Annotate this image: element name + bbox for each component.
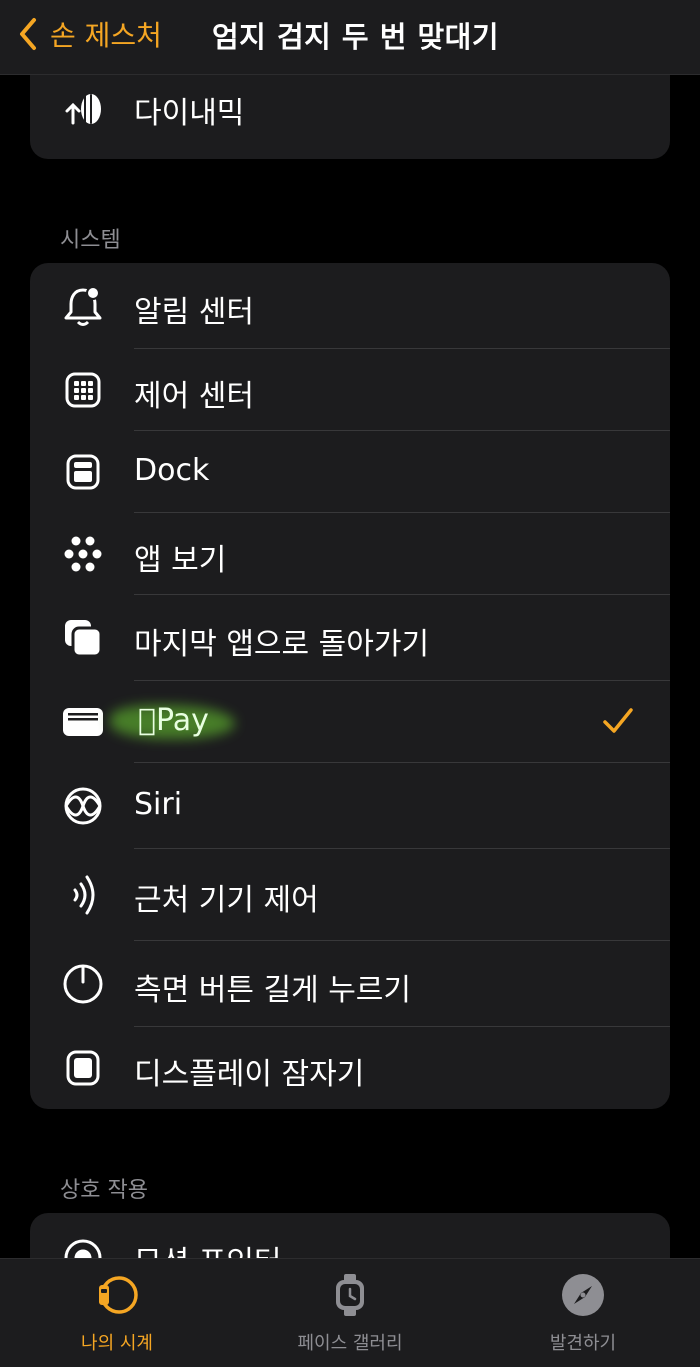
bell-icon	[56, 279, 110, 333]
option-label: 마지막 앱으로 돌아가기	[134, 627, 430, 662]
page-title: 엄지 검지 두 번 맞대기	[212, 20, 500, 54]
option-label: 제어 센터	[134, 379, 254, 414]
option-label: 디스플레이 잠자기	[134, 1057, 365, 1092]
dynamic-icon	[56, 82, 110, 136]
tab-label: 나의 시계	[81, 1333, 153, 1354]
wallet-icon	[56, 695, 110, 749]
control-center-icon	[56, 363, 110, 417]
option-siri[interactable]: Siri	[30, 763, 670, 849]
apple-logo-icon: 	[138, 703, 156, 738]
option-nearby-control[interactable]: 근처 기기 제어	[30, 849, 670, 941]
section-header-system: 시스템	[60, 228, 121, 253]
option-label: 근처 기기 제어	[134, 883, 319, 918]
option-side-button[interactable]: 측면 버튼 길게 누르기	[30, 941, 670, 1027]
option-app-view[interactable]: 앱 보기	[30, 513, 670, 595]
tab-face-gallery[interactable]: 페이스 갤러리	[250, 1271, 450, 1355]
interaction-card: 모션 포인터	[30, 1213, 670, 1258]
option-motion-pointer[interactable]: 모션 포인터	[30, 1213, 670, 1258]
option-apple-pay[interactable]: Pay	[30, 681, 670, 763]
option-label: 앱 보기	[134, 543, 227, 578]
option-last-app[interactable]: 마지막 앱으로 돌아가기	[30, 595, 670, 681]
option-dynamic[interactable]: 다이내믹	[30, 74, 670, 144]
option-label: 알림 센터	[134, 295, 254, 330]
option-label: 다이내믹	[134, 96, 245, 131]
nearby-icon	[56, 868, 110, 922]
back-button-label: 손 제스처	[50, 19, 162, 52]
siri-icon	[56, 779, 110, 833]
option-label: Dock	[134, 453, 210, 488]
tab-label: 페이스 갤러리	[297, 1333, 403, 1354]
motion-pointer-icon	[56, 1231, 110, 1258]
option-display-sleep[interactable]: 디스플레이 잠자기	[30, 1027, 670, 1109]
app-grid-icon	[56, 527, 110, 581]
checkmark-icon	[603, 708, 633, 733]
option-notification-center[interactable]: 알림 센터	[30, 263, 670, 349]
option-label: 모션 포인터	[134, 1237, 282, 1258]
tab-discover[interactable]: 발견하기	[483, 1271, 683, 1355]
watch-icon	[99, 1276, 138, 1314]
section-header-interaction: 상호 작용	[60, 1178, 148, 1203]
settings-scroll[interactable]: 다이내믹 시스템 알림 센터 제어 센터 Dock 앱 보기 마지막 앱으로 돌…	[0, 0, 700, 1258]
watch-face-icon	[336, 1274, 364, 1316]
option-label: 측면 버튼 길게 누르기	[134, 973, 412, 1008]
navigation-bar: 손 제스처 엄지 검지 두 번 맞대기	[0, 0, 700, 75]
option-label: Pay	[138, 703, 209, 738]
option-label: Siri	[134, 787, 183, 822]
compass-icon	[562, 1274, 604, 1316]
power-icon	[56, 957, 110, 1011]
tab-bar: 나의 시계 페이스 갤러리 발견하기	[0, 1258, 700, 1367]
display-icon	[56, 1041, 110, 1095]
option-dock[interactable]: Dock	[30, 431, 670, 513]
tab-label: 발견하기	[549, 1333, 617, 1354]
last-app-icon	[56, 611, 110, 665]
back-button[interactable]: 손 제스처	[14, 12, 162, 56]
option-control-center[interactable]: 제어 센터	[30, 349, 670, 431]
system-card: 알림 센터 제어 센터 Dock 앱 보기 마지막 앱으로 돌아가기 Pay S…	[30, 263, 670, 1109]
tab-my-watch[interactable]: 나의 시계	[17, 1271, 217, 1355]
chevron-left-icon	[20, 18, 36, 50]
dock-icon	[56, 445, 110, 499]
